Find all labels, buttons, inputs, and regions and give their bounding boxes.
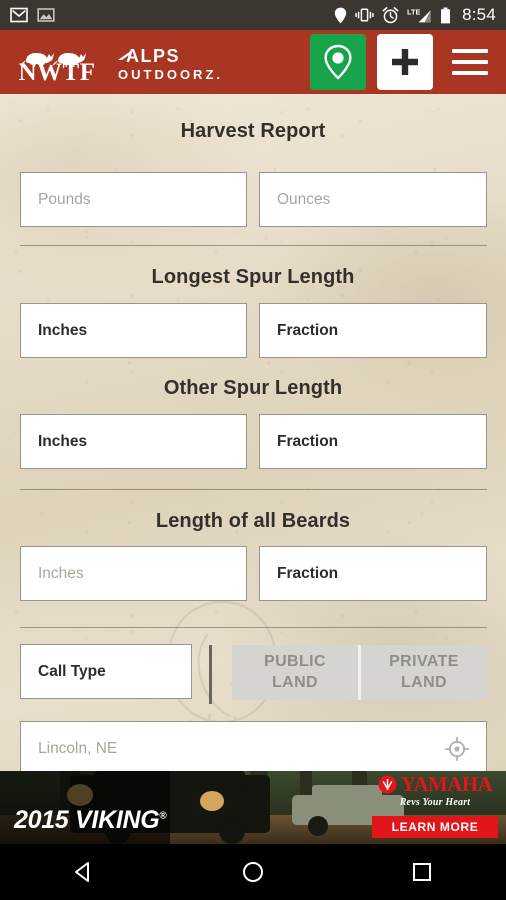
beards-fraction-value: Fraction [277, 564, 339, 582]
alarm-icon [382, 6, 399, 23]
beards-inches-value: Inches [38, 564, 84, 582]
other-spur-fraction-input[interactable]: Fraction [259, 414, 487, 469]
ad-product-label: 2015 VIKING [14, 806, 160, 834]
alps-wordmark: ALPS [118, 46, 180, 66]
map-pin-icon [324, 44, 352, 80]
status-bar-system-icons: LTE 8:54 [334, 5, 496, 25]
location-input-placeholder: Lincoln, NE [38, 739, 118, 757]
app-header: NWTF ALPS OUTDOORZ. [0, 30, 506, 94]
vertical-divider [209, 645, 212, 704]
nwtf-logo: NWTF [14, 39, 100, 85]
pounds-input-value: Pounds [38, 190, 91, 208]
pounds-input[interactable]: Pounds [20, 172, 247, 227]
yamaha-tagline: Revs Your Heart [399, 797, 471, 808]
longest-spur-inches-input[interactable]: Inches [20, 303, 247, 358]
outdoorz-wordmark: OUTDOORZ. [118, 66, 223, 82]
nav-back-button[interactable] [49, 844, 119, 900]
status-bar-clock: 8:54 [462, 5, 496, 24]
other-spur-inches-value: Inches [38, 432, 88, 450]
longest-spur-inches-value: Inches [38, 321, 88, 339]
app-header-actions [310, 34, 492, 90]
yamaha-wordmark: YAMAHA [400, 772, 493, 796]
longest-spur-fraction-value: Fraction [277, 321, 339, 339]
public-land-toggle[interactable]: PUBLIC LAND [232, 645, 358, 700]
private-land-label-line1: PRIVATE [389, 653, 459, 671]
vibrate-icon [355, 8, 374, 22]
nwtf-wordmark: NWTF [18, 59, 96, 86]
beards-fraction-input[interactable]: Fraction [259, 546, 487, 601]
square-recents-icon [412, 863, 431, 881]
battery-icon [441, 7, 451, 23]
section-title-harvest-report: Harvest Report [180, 120, 326, 142]
ad-product-name: 2015 VIKING® [14, 806, 167, 835]
alps-outdoorz-logo: ALPS OUTDOORZ. [118, 44, 223, 81]
status-bar-notifications [10, 6, 55, 24]
location-icon [334, 7, 347, 23]
other-spur-inches-input[interactable]: Inches [20, 414, 247, 469]
section-divider [20, 245, 487, 246]
beards-inches-input[interactable]: Inches [20, 546, 247, 601]
section-divider [20, 489, 487, 490]
section-title-other-spur: Other Spur Length [163, 377, 343, 399]
call-type-value: Call Type [38, 662, 106, 680]
hamburger-line [452, 60, 488, 64]
triangle-back-icon [75, 862, 90, 882]
locate-button[interactable] [310, 34, 366, 90]
ounces-input-value: Ounces [277, 190, 331, 208]
longest-spur-fraction-input[interactable]: Fraction [259, 303, 487, 358]
advertisement-banner[interactable]: 2015 VIKING® YAMAHA Revs Your Heart LEAR… [0, 771, 506, 844]
status-bar: LTE 8:54 [0, 0, 506, 30]
crosshair-target-icon[interactable] [445, 736, 469, 761]
svg-text:ALPS: ALPS [126, 46, 180, 66]
plus-icon [392, 49, 418, 75]
circle-home-icon [242, 862, 263, 882]
public-land-label-line2: LAND [271, 673, 319, 691]
add-button[interactable] [377, 34, 433, 90]
public-land-label-line1: PUBLIC [264, 653, 326, 671]
section-divider [20, 627, 487, 628]
private-land-label-line2: LAND [400, 673, 448, 691]
private-land-toggle[interactable]: PRIVATE LAND [361, 645, 487, 700]
nav-recents-button[interactable] [387, 844, 457, 900]
yamaha-tuning-fork-icon [378, 775, 397, 794]
android-navigation-bar [0, 844, 506, 900]
ad-registered-mark: ® [159, 810, 167, 822]
location-input[interactable]: Lincoln, NE [20, 721, 487, 771]
nav-home-button[interactable] [218, 844, 288, 900]
section-title-longest-spur: Longest Spur Length [151, 266, 355, 288]
call-type-input[interactable]: Call Type [20, 644, 192, 699]
phone-screen: LTE 8:54 NWTF ALPS OUTDOORZ. Harvest Rep… [0, 0, 506, 900]
hamburger-line [452, 49, 488, 53]
app-branding: NWTF ALPS OUTDOORZ. [14, 39, 223, 86]
lte-signal-icon: LTE [407, 7, 431, 22]
ounces-input[interactable]: Ounces [259, 172, 487, 227]
hamburger-line [452, 71, 488, 75]
section-title-beards: Length of all Beards [155, 510, 351, 532]
learn-more-button[interactable]: LEARN MORE [372, 816, 498, 838]
yamaha-branding: YAMAHA Revs Your Heart [372, 774, 498, 808]
svg-text:LTE: LTE [407, 7, 420, 16]
other-spur-fraction-value: Fraction [277, 432, 339, 450]
form-content: Harvest Report Pounds Ounces Longest Spu… [0, 94, 506, 771]
menu-button[interactable] [448, 34, 492, 90]
photo-icon [37, 8, 55, 22]
gmail-icon [10, 7, 28, 23]
